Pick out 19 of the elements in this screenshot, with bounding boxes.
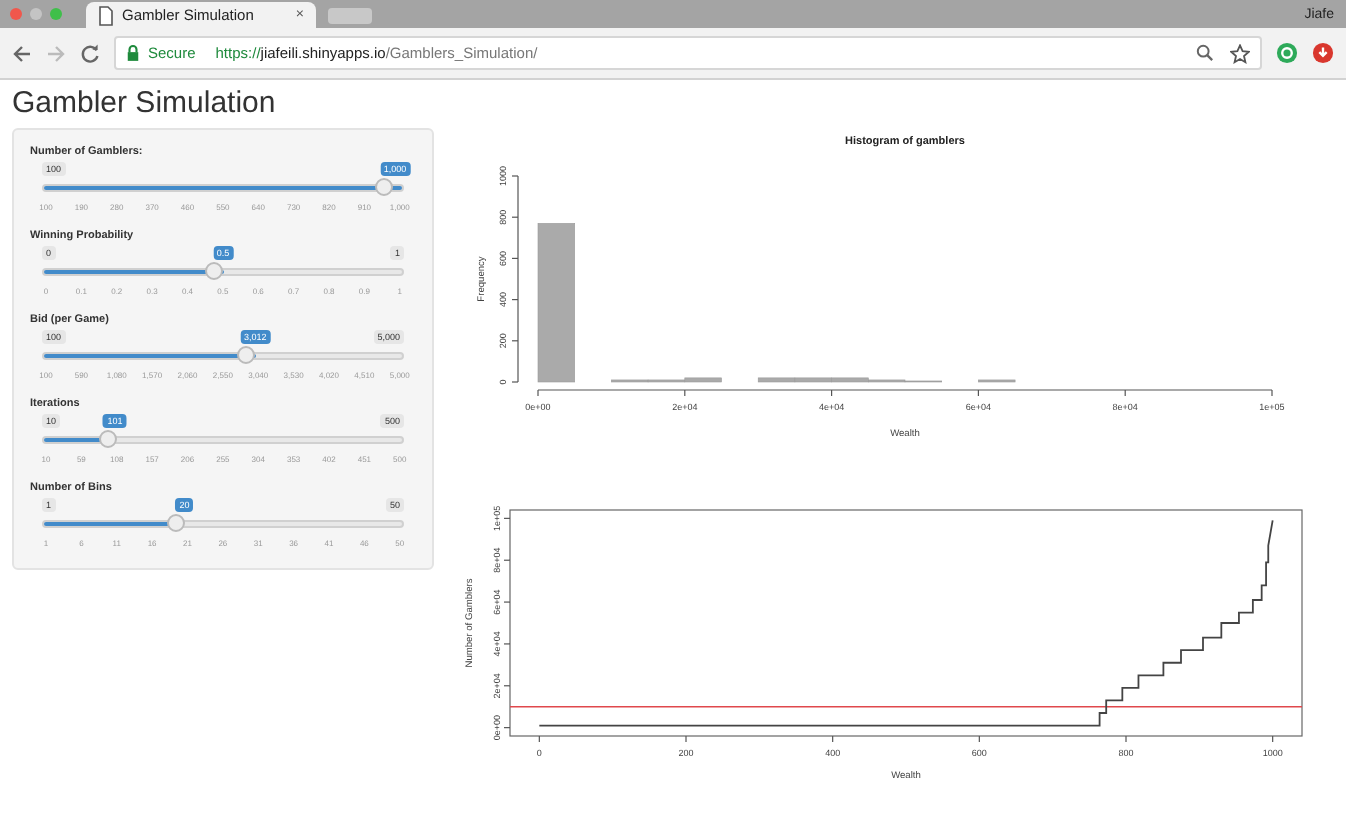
search-icon[interactable]	[1196, 44, 1214, 62]
extension-icon[interactable]	[1276, 42, 1298, 64]
back-arrow-icon[interactable]	[12, 43, 32, 63]
page-title: Gambler Simulation	[12, 88, 278, 120]
slider-track[interactable]	[42, 352, 404, 360]
slider-track[interactable]	[42, 436, 404, 444]
slider-handle[interactable]	[166, 514, 185, 532]
extension-icon[interactable]	[1312, 42, 1334, 64]
reload-icon[interactable]	[80, 43, 100, 63]
slider-handle[interactable]	[375, 178, 393, 196]
slider-track[interactable]	[42, 520, 404, 528]
slider-handle[interactable]	[236, 346, 255, 364]
star-icon[interactable]	[1230, 43, 1250, 63]
forward-arrow-icon[interactable]	[46, 43, 66, 63]
slider-handle[interactable]	[205, 262, 223, 280]
document-icon	[98, 5, 114, 25]
slider-handle[interactable]	[98, 430, 117, 448]
slider-track[interactable]	[42, 268, 404, 276]
lock-icon	[126, 44, 140, 62]
